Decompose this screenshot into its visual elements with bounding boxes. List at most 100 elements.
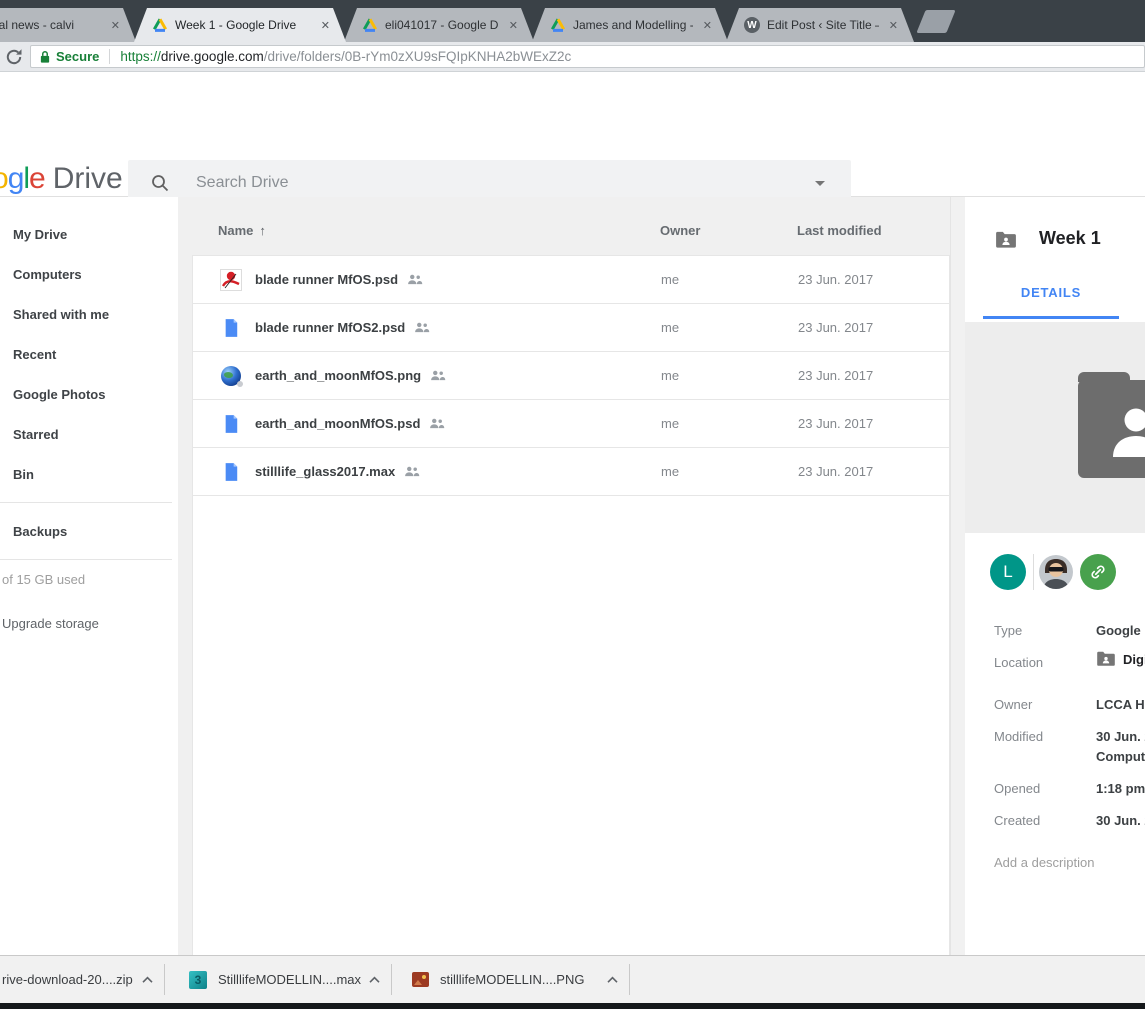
sidebar-item-recent[interactable]: Recent — [0, 334, 178, 374]
file-row[interactable]: blade runner MfOS2.psd me 23 Jun. 2017 — [193, 304, 949, 352]
browser-toolbar: Secure https://drive.google.com/drive/fo… — [0, 42, 1145, 72]
reload-icon[interactable] — [4, 47, 24, 67]
file-row[interactable]: stilllife_glass2017.max me 23 Jun. 2017 — [193, 448, 949, 496]
download-item-png[interactable]: stilllifeMODELLIN....PNG — [392, 956, 629, 1003]
field-label-type: Type — [994, 623, 1022, 638]
address-bar[interactable]: Secure https://drive.google.com/drive/fo… — [30, 45, 1145, 68]
tab-title: st festival news - calvi — [0, 18, 74, 32]
tab-james-modelling[interactable]: James and Modelling - G ✕ — [532, 8, 728, 42]
logo-letter: g — [8, 162, 24, 195]
google-drive-icon — [152, 17, 168, 33]
tab-title: Week 1 - Google Drive — [175, 18, 296, 32]
shared-people-icon — [430, 370, 446, 381]
sidebar-item-computers[interactable]: Computers — [0, 254, 178, 294]
download-file-name: rive-download-20....zip — [2, 972, 133, 987]
link-icon — [1089, 563, 1107, 581]
file-modified-date: 23 Jun. 2017 — [798, 416, 873, 431]
file-modified-date: 23 Jun. 2017 — [798, 368, 873, 383]
shared-people-icon — [404, 466, 420, 477]
search-icon[interactable] — [150, 173, 170, 193]
field-label-created: Created — [994, 813, 1040, 828]
field-value-type: Google Dr — [1096, 623, 1145, 638]
padlock-icon — [39, 50, 51, 64]
avatar-photo[interactable] — [1039, 555, 1073, 589]
column-header-last-modified[interactable]: Last modified — [797, 223, 882, 238]
file-row[interactable]: earth_and_moonMfOS.psd me 23 Jun. 2017 — [193, 400, 949, 448]
tab-festival-news[interactable]: st festival news - calvi ✕ — [0, 8, 136, 42]
file-row[interactable]: earth_and_moonMfOS.png me 23 Jun. 2017 — [193, 352, 949, 400]
search-input[interactable] — [196, 174, 815, 192]
location-folder-name: Digit — [1123, 652, 1145, 667]
file-owner: me — [661, 368, 679, 383]
shared-folder-icon — [1096, 651, 1116, 667]
field-value-modified-line2: Computer — [1096, 749, 1145, 764]
column-header-owner[interactable]: Owner — [660, 223, 700, 238]
shared-users-row: L — [990, 554, 1116, 590]
file-row[interactable]: blade runner MfOS.psd me 23 Jun. 2017 — [193, 256, 949, 304]
add-description-field[interactable]: Add a description — [994, 855, 1094, 870]
close-icon[interactable]: ✕ — [693, 19, 712, 32]
url-text: https://drive.google.com/drive/folders/0… — [120, 49, 571, 64]
drive-header: ogleDrive NEW Shared with me › Elisabett… — [0, 72, 1145, 197]
details-panel: Week 1 DETAILS L — [965, 197, 1145, 955]
downloads-divider — [629, 964, 630, 995]
psd-thumbnail-red-icon — [219, 268, 243, 292]
sidebar-item-shared-with-me[interactable]: Shared with me — [0, 294, 178, 334]
sidebar-divider — [0, 559, 172, 560]
tab-eli041017-drive[interactable]: eli041017 - Google Drive ✕ — [344, 8, 534, 42]
column-header-name[interactable]: Name ↑ — [218, 223, 266, 238]
close-icon[interactable]: ✕ — [101, 19, 120, 32]
file-list-area: Name ↑ Owner Last modified — [178, 197, 950, 955]
chevron-up-icon[interactable] — [368, 975, 381, 984]
sort-ascending-icon[interactable]: ↑ — [259, 223, 266, 238]
file-name: blade runner MfOS.psd — [255, 272, 398, 287]
download-item-zip[interactable]: rive-download-20....zip — [0, 956, 164, 1003]
field-value-location[interactable]: Digit — [1096, 651, 1145, 667]
new-tab-button[interactable] — [916, 10, 955, 33]
file-owner: me — [661, 320, 679, 335]
sidebar-item-bin[interactable]: Bin — [0, 454, 178, 494]
window-bottom-edge — [0, 1003, 1145, 1009]
upgrade-storage-link[interactable]: Upgrade storage — [0, 616, 178, 631]
close-icon[interactable]: ✕ — [499, 19, 518, 32]
generic-file-icon — [219, 412, 243, 436]
sidebar-divider — [0, 502, 172, 503]
tab-week1-drive[interactable]: Week 1 - Google Drive ✕ — [134, 8, 346, 42]
avatar-divider — [1033, 554, 1034, 590]
file-list: blade runner MfOS.psd me 23 Jun. 2017 bl… — [192, 255, 950, 955]
tab-title: James and Modelling - G — [573, 18, 693, 32]
google-drive-icon — [550, 17, 566, 33]
security-status[interactable]: Secure — [39, 49, 99, 64]
sidebar-item-google-photos[interactable]: Google Photos — [0, 374, 178, 414]
chevron-up-icon[interactable] — [606, 975, 619, 984]
download-item-max[interactable]: 3 StilllifeMODELLIN....max — [165, 956, 391, 1003]
secure-label: Secure — [56, 49, 99, 64]
logo-letter: o — [0, 162, 8, 195]
search-options-caret-icon[interactable] — [815, 181, 825, 186]
generic-file-icon — [219, 316, 243, 340]
wordpress-icon: W — [744, 17, 760, 33]
name-column-label: Name — [218, 223, 253, 238]
tab-edit-post[interactable]: W Edit Post ‹ Site Title — W ✕ — [726, 8, 914, 42]
url-scheme: https:// — [120, 49, 161, 64]
shared-folder-icon — [995, 231, 1017, 249]
browser-tab-strip: st festival news - calvi ✕ Week 1 - Goog… — [0, 0, 1145, 42]
sidebar-item-backups[interactable]: Backups — [0, 511, 178, 551]
chevron-up-icon[interactable] — [141, 975, 154, 984]
generic-file-icon — [219, 460, 243, 484]
vertical-scrollbar[interactable] — [950, 197, 965, 955]
file-modified-date: 23 Jun. 2017 — [798, 272, 873, 287]
link-sharing-badge[interactable] — [1080, 554, 1116, 590]
field-value-opened: 1:18 pm b — [1096, 781, 1145, 796]
storage-usage-text: of 15 GB used — [0, 572, 178, 587]
logo-drive-word: Drive — [53, 162, 123, 195]
sidebar-item-my-drive[interactable]: My Drive — [0, 214, 178, 254]
sidebar-item-starred[interactable]: Starred — [0, 414, 178, 454]
close-icon[interactable]: ✕ — [879, 19, 898, 32]
close-icon[interactable]: ✕ — [311, 19, 330, 32]
shared-people-icon — [407, 274, 423, 285]
main-area: My Drive Computers Shared with me Recent… — [0, 197, 1145, 955]
avatar-letter-l[interactable]: L — [990, 554, 1026, 590]
tab-details[interactable]: DETAILS — [965, 285, 1137, 300]
url-host: drive.google.com — [161, 49, 264, 64]
